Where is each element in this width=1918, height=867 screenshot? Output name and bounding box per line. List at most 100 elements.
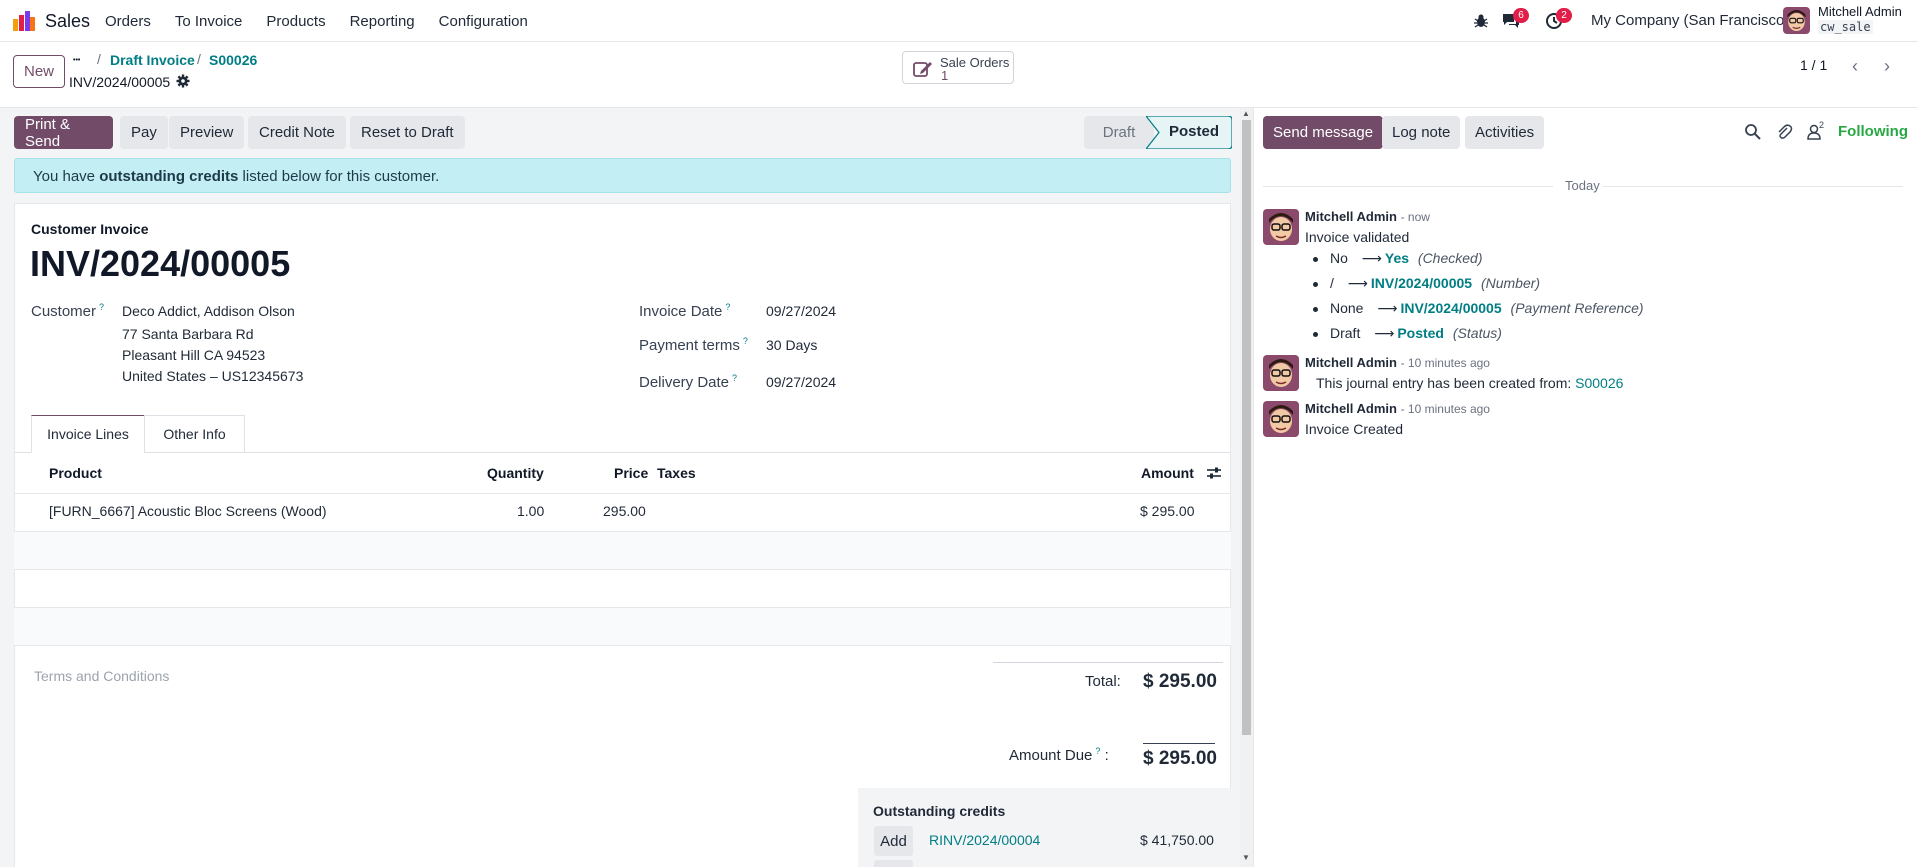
message-author[interactable]: Mitchell Admin - 10 minutes ago: [1305, 355, 1490, 370]
search-icon[interactable]: [1744, 123, 1762, 141]
chevron-right-icon: ›: [1884, 55, 1890, 76]
sale-orders-smart-button[interactable]: Sale Orders 1: [902, 51, 1014, 84]
scroll-up-icon[interactable]: ▲: [1242, 109, 1250, 118]
status-posted[interactable]: Posted: [1169, 123, 1219, 140]
chevron-left-icon: ‹: [1852, 55, 1858, 76]
pager-next-button[interactable]: ›: [1872, 53, 1902, 79]
preview-button[interactable]: Preview: [169, 116, 245, 149]
menu-reporting[interactable]: Reporting: [350, 13, 415, 30]
following-button[interactable]: Following: [1838, 123, 1908, 140]
credit-reference-link[interactable]: RINV/2024/00004: [929, 832, 1040, 848]
send-message-button[interactable]: Send message: [1263, 116, 1384, 149]
breadcrumb-separator: /: [197, 51, 201, 67]
pager-value[interactable]: 1 / 1: [1800, 57, 1827, 73]
smart-button-label: Sale Orders: [940, 55, 1010, 70]
add-credit-button[interactable]: [874, 860, 913, 867]
invoice-number: INV/2024/00005: [30, 243, 291, 284]
breadcrumb-separator: /: [97, 51, 101, 67]
top-navbar: Sales Orders To Invoice Products Reporti…: [0, 0, 1918, 42]
line-product[interactable]: [FURN_6667] Acoustic Bloc Screens (Wood): [49, 503, 327, 519]
divider: [14, 493, 1231, 494]
message-author-avatar[interactable]: [1263, 355, 1299, 391]
scroll-down-icon[interactable]: ▼: [1242, 853, 1250, 862]
line-quantity[interactable]: 1.00: [517, 503, 544, 519]
message-author-avatar[interactable]: [1263, 209, 1299, 245]
message-author[interactable]: Mitchell Admin - 10 minutes ago: [1305, 401, 1490, 416]
activities-button[interactable]: Activities: [1465, 116, 1545, 149]
user-name[interactable]: Mitchell Admin: [1818, 4, 1902, 19]
column-taxes[interactable]: Taxes: [657, 465, 696, 481]
scrollbar-thumb[interactable]: [1242, 120, 1251, 735]
gear-icon[interactable]: [176, 74, 190, 88]
divider: [1603, 186, 1903, 187]
breadcrumb-more[interactable]: •••: [73, 57, 80, 64]
empty-row: [14, 532, 1231, 569]
menu-orders[interactable]: Orders: [105, 13, 151, 30]
menu-products[interactable]: Products: [266, 13, 325, 30]
paperclip-icon[interactable]: [1775, 123, 1793, 141]
tracking-value: Draft ⟶ Posted (Status): [1313, 325, 1502, 342]
company-switcher[interactable]: My Company (San Francisco): [1591, 12, 1789, 29]
customer-label: Customer?: [31, 302, 105, 320]
message-body: This journal entry has been created from…: [1316, 375, 1624, 391]
edit-document-icon: [913, 62, 932, 77]
delivery-date-label: Delivery Date?: [639, 373, 738, 391]
move-type-label: Customer Invoice: [31, 221, 149, 237]
breadcrumb-draft-invoice[interactable]: Draft Invoice: [110, 52, 195, 68]
chat-badge: 6: [1513, 8, 1529, 23]
reset-to-draft-button[interactable]: Reset to Draft: [350, 116, 465, 149]
line-amount: $ 295.00: [1140, 503, 1195, 519]
record-name: INV/2024/00005: [69, 74, 171, 90]
tab-invoice-lines[interactable]: Invoice Lines: [31, 415, 145, 453]
divider: [993, 662, 1223, 663]
amount-due-label: Amount Due? :: [1009, 746, 1109, 764]
outstanding-credits-title: Outstanding credits: [873, 803, 1006, 819]
delivery-date-field[interactable]: 09/27/2024: [766, 374, 836, 390]
activity-badge: 2: [1556, 8, 1572, 23]
alert-text-pre: You have: [33, 168, 100, 185]
column-price[interactable]: Price: [614, 465, 648, 481]
invoice-date-field[interactable]: 09/27/2024: [766, 303, 836, 319]
alert-text-bold: outstanding credits: [99, 168, 239, 185]
address-line: 77 Santa Barbara Rd: [122, 326, 254, 342]
optional-columns-icon[interactable]: [1207, 466, 1221, 480]
smart-button-count: 1: [941, 68, 949, 83]
column-quantity[interactable]: Quantity: [487, 465, 544, 481]
menu-to-invoice[interactable]: To Invoice: [175, 13, 243, 30]
message-author-avatar[interactable]: [1263, 401, 1299, 437]
line-price[interactable]: 295.00: [603, 503, 646, 519]
bug-icon[interactable]: [1473, 13, 1489, 29]
status-draft[interactable]: Draft: [1084, 116, 1154, 149]
app-name[interactable]: Sales: [45, 11, 90, 32]
breadcrumb-sale-order[interactable]: S00026: [209, 52, 257, 68]
address-line: Pleasant Hill CA 94523: [122, 347, 266, 363]
column-amount[interactable]: Amount: [1141, 465, 1194, 481]
print-send-button[interactable]: Print & Send: [14, 116, 113, 150]
customer-link[interactable]: Deco Addict, Addison Olson: [122, 303, 295, 319]
terms-conditions-field[interactable]: Terms and Conditions: [34, 668, 169, 684]
tab-other-info[interactable]: Other Info: [144, 415, 245, 453]
message-body: Invoice validated: [1305, 229, 1410, 245]
new-button[interactable]: New: [13, 55, 65, 88]
payment-terms-label: Payment terms?: [639, 336, 748, 354]
source-order-link[interactable]: S00026: [1575, 375, 1623, 391]
invoice-date-label: Invoice Date?: [639, 302, 731, 320]
sales-app-icon[interactable]: [13, 11, 35, 31]
menu-configuration[interactable]: Configuration: [439, 13, 528, 30]
user-avatar[interactable]: [1783, 7, 1810, 34]
log-note-button[interactable]: Log note: [1382, 116, 1461, 149]
tracking-value: No ⟶ Yes (Checked): [1313, 250, 1483, 267]
add-credit-button[interactable]: Add: [874, 826, 913, 856]
column-product[interactable]: Product: [49, 465, 102, 481]
amount-due-value: $ 295.00: [1143, 748, 1217, 769]
total-label: Total:: [1085, 673, 1121, 690]
pager-previous-button[interactable]: ‹: [1840, 53, 1870, 79]
tracking-value: / ⟶ INV/2024/00005 (Number): [1313, 275, 1540, 292]
message-author[interactable]: Mitchell Admin - now: [1305, 209, 1430, 224]
credit-amount: $ 41,750.00: [1140, 832, 1214, 848]
address-line: United States – US12345673: [122, 368, 304, 384]
pay-button[interactable]: Pay: [120, 116, 168, 149]
payment-terms-field[interactable]: 30 Days: [766, 337, 817, 353]
total-value: $ 295.00: [1143, 671, 1217, 692]
credit-note-button[interactable]: Credit Note: [248, 116, 346, 149]
